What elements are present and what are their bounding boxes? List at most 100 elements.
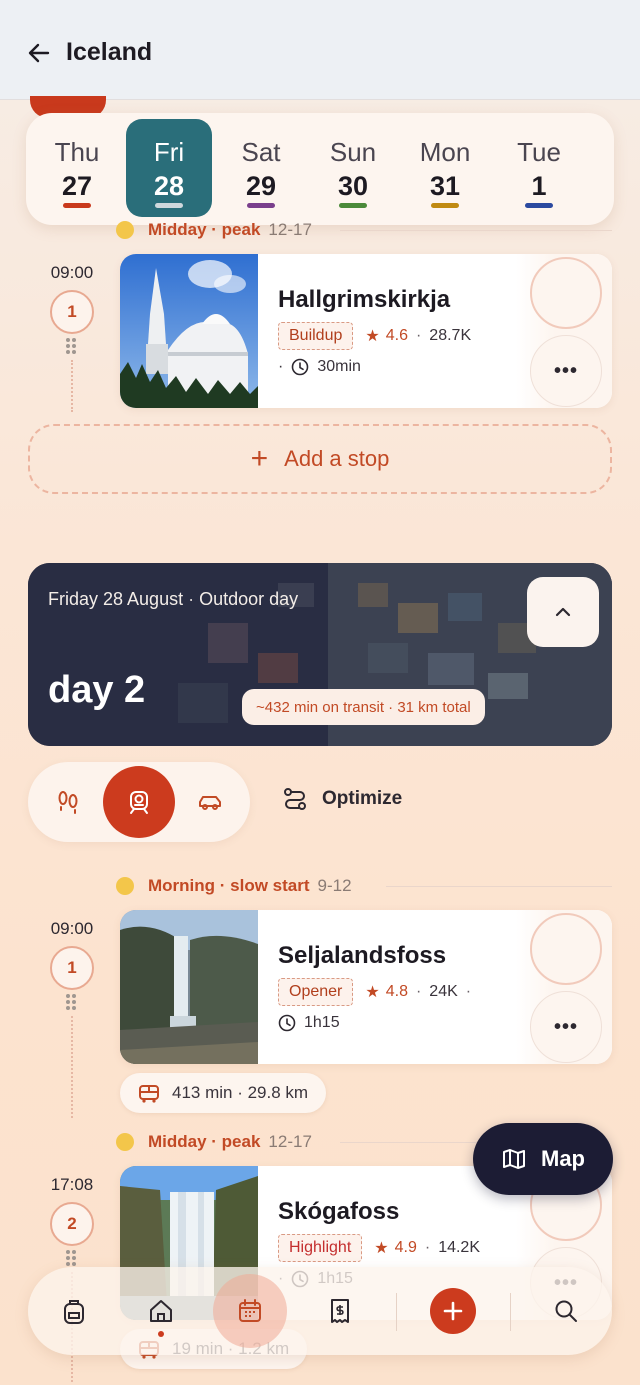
place-photo xyxy=(120,254,258,408)
stop-duration-row: · 30min xyxy=(278,358,361,376)
banner-date: Friday 28 August xyxy=(48,589,184,609)
stop-tag: Buildup xyxy=(278,322,354,350)
route-icon xyxy=(284,788,306,810)
transit-leg-pill[interactable]: 413 min · 29.8 km xyxy=(120,1073,327,1113)
footprints-icon xyxy=(58,791,78,814)
day-of-week: Fri xyxy=(153,137,185,167)
timeline-connector xyxy=(71,360,73,412)
stop-meta: Opener ★ 4.8 · 24K · xyxy=(278,978,479,1006)
stop-reviews: 24K xyxy=(429,983,458,1000)
stop-duration: 1h15 xyxy=(304,1014,340,1031)
day-color-bar xyxy=(155,203,183,208)
nav-itinerary[interactable] xyxy=(213,1274,287,1348)
sun-icon xyxy=(116,221,134,239)
clock-icon xyxy=(278,1014,296,1032)
stop-name: Seljalandsfoss xyxy=(278,942,447,969)
day-number: 28 xyxy=(153,171,185,201)
stop-tag: Highlight xyxy=(278,1234,363,1262)
drag-handle-icon[interactable] xyxy=(66,994,78,1012)
day-color-bar xyxy=(339,203,367,208)
search-icon xyxy=(555,1300,577,1322)
stop-rating: 4.9 xyxy=(394,1239,417,1256)
optimize-button[interactable]: Optimize xyxy=(282,786,402,812)
day-color-bar xyxy=(63,203,91,208)
add-stop-button[interactable]: + Add a stop xyxy=(28,424,612,494)
day-tab[interactable]: Thu 27 xyxy=(34,119,120,217)
day-selector: Thu 27 Fri 28 Sat 29 Sun 30 Mon 31 Tue 1 xyxy=(26,113,614,225)
map-button[interactable]: Map xyxy=(473,1123,613,1195)
section-header-midday: Midday · peak 12-17 xyxy=(116,218,312,242)
stop-rating: 4.8 xyxy=(385,983,408,1000)
day-tab-selected[interactable]: Fri 28 xyxy=(126,119,212,217)
receipt-icon xyxy=(331,1299,349,1323)
stop-reviews: 14.2K xyxy=(438,1239,480,1256)
nav-search[interactable] xyxy=(536,1281,596,1341)
back-arrow-icon[interactable] xyxy=(26,40,52,66)
banner-theme: Outdoor day xyxy=(199,589,299,609)
walk-mode-button[interactable] xyxy=(32,766,104,838)
day-number: 1 xyxy=(531,171,547,201)
day-tab[interactable]: Sun 30 xyxy=(310,119,396,217)
transit-mode-button[interactable] xyxy=(103,766,175,838)
section-divider xyxy=(340,230,612,231)
day-tab[interactable]: Mon 31 xyxy=(402,119,488,217)
stop-reviews: 28.7K xyxy=(429,327,472,344)
day-number: 31 xyxy=(429,171,461,201)
page-title: Iceland xyxy=(66,38,153,66)
day-of-week: Sat xyxy=(241,137,281,167)
section-range: 12-17 xyxy=(268,1132,312,1151)
stop-rating: 4.6 xyxy=(385,327,408,344)
day-tab[interactable]: Sat 29 xyxy=(218,119,304,217)
nav-budget[interactable] xyxy=(310,1281,370,1341)
day-tab[interactable]: Tue 1 xyxy=(496,119,582,217)
day-banner: Friday 28 August · Outdoor day day 2 ~43… xyxy=(28,563,612,746)
day-of-week: Tue xyxy=(517,137,561,167)
day-number: 30 xyxy=(337,171,369,201)
stop-duration-row: 1h15 xyxy=(278,1014,340,1032)
stop-time: 09:00 xyxy=(50,263,94,282)
star-icon: ★ xyxy=(365,984,380,1001)
place-photo xyxy=(120,910,258,1064)
sun-icon xyxy=(116,877,134,895)
section-header-midday: Midday · peak 12-17 xyxy=(116,1130,312,1154)
drag-handle-icon[interactable] xyxy=(66,1250,78,1268)
section-label: Midday · peak xyxy=(148,220,261,239)
sun-icon xyxy=(116,1133,134,1151)
day-of-week: Thu xyxy=(54,137,100,167)
home-icon xyxy=(150,1300,172,1322)
section-range: 9-12 xyxy=(317,876,352,895)
train-icon xyxy=(130,791,148,814)
add-stop-label: Add a stop xyxy=(284,446,390,471)
app-header: Iceland xyxy=(0,0,640,100)
drag-handle-icon[interactable] xyxy=(66,338,78,356)
section-label: Midday · peak xyxy=(148,1132,261,1151)
day-color-bar xyxy=(431,203,459,208)
more-options-button[interactable]: ••• xyxy=(530,991,602,1063)
bottom-nav xyxy=(28,1267,612,1355)
stop-duration: 30min xyxy=(317,358,361,375)
stop-card[interactable]: Hallgrimskirkja Buildup ★ 4.6 · 28.7K · … xyxy=(120,254,612,408)
car-mode-button[interactable] xyxy=(174,766,246,838)
day-of-week: Mon xyxy=(419,137,471,167)
star-icon: ★ xyxy=(374,1240,389,1257)
star-icon: ★ xyxy=(365,328,380,345)
timeline-connector xyxy=(71,1016,73,1118)
nav-bag[interactable] xyxy=(44,1281,104,1341)
section-label: Morning · slow start xyxy=(148,876,310,895)
stop-time: 09:00 xyxy=(50,919,94,938)
visit-toggle-button[interactable] xyxy=(530,257,602,329)
stop-meta: Highlight ★ 4.9 · 14.2K xyxy=(278,1234,480,1262)
plus-icon xyxy=(443,1301,463,1321)
section-header-morning: Morning · slow start 9-12 xyxy=(116,874,352,898)
visit-toggle-button[interactable] xyxy=(530,913,602,985)
section-range: 12-17 xyxy=(268,220,312,239)
stop-index-badge: 2 xyxy=(50,1202,94,1246)
more-options-button[interactable]: ••• xyxy=(530,335,602,407)
map-icon xyxy=(503,1149,525,1169)
transit-summary: ~432 min on transit · 31 km total xyxy=(242,689,485,725)
add-button[interactable] xyxy=(430,1288,476,1334)
calendar-icon xyxy=(239,1299,261,1322)
stop-card[interactable]: Seljalandsfoss Opener ★ 4.8 · 24K · 1h15… xyxy=(120,910,612,1064)
stop-time: 17:08 xyxy=(50,1175,94,1194)
collapse-button[interactable] xyxy=(527,577,599,647)
